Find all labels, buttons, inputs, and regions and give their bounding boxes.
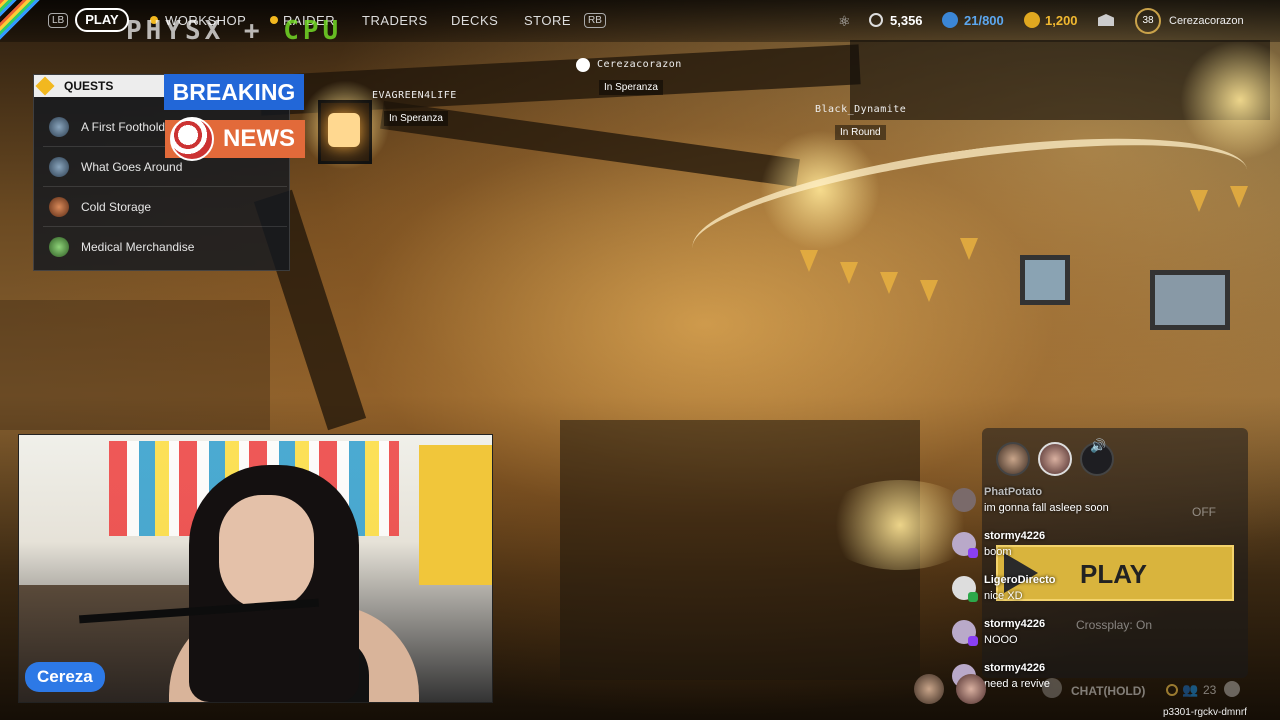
chat-text: boom [984, 546, 1012, 558]
raider-token-icon [1024, 12, 1040, 28]
bottom-party-bar: CHAT(HOLD) 👥 23 [900, 672, 1260, 706]
pennant [1230, 186, 1248, 208]
quest-label: A First Foothold [81, 120, 166, 134]
scene-lamp-box [318, 100, 372, 164]
physx-plus: + [224, 16, 284, 46]
lb-button-hint: LB [48, 13, 69, 28]
quest-item[interactable]: Cold Storage [43, 188, 287, 227]
coins-count: 5,356 [890, 13, 923, 28]
player-nametag: Black_Dynamite [815, 104, 907, 115]
inventory-icon [942, 12, 958, 28]
chat-message: LigeroDirecto nice XD [952, 572, 1252, 612]
player-level-badge: 38 [1135, 8, 1161, 34]
quest-icon [49, 197, 69, 217]
top-navigation-bar: LB PLAY WORKSHOP RAIDER TRADERS DECKS ST… [0, 0, 1280, 46]
profile-username[interactable]: Cerezacorazon [1169, 15, 1244, 27]
player-status: In Speranza [599, 80, 663, 95]
nav-decks-tab[interactable]: DECKS [451, 13, 498, 28]
coins-icon [869, 13, 883, 27]
physx-label: PHYSX [126, 16, 225, 46]
chat-message: stormy4226 boom [952, 528, 1252, 568]
party-member-avatar[interactable] [996, 442, 1030, 476]
quest-icon [49, 237, 69, 257]
player-nametag: Cerezacorazon [597, 59, 682, 70]
player-nametag: EVAGREEN4LIFE [372, 90, 457, 101]
bottom-avatar[interactable] [914, 674, 944, 704]
news-label: NEWS [223, 125, 295, 152]
news-banner: NEWS [165, 117, 305, 161]
inventory-count: 21/800 [964, 13, 1004, 28]
rb-button-hint: RB [584, 13, 606, 28]
chat-hold-label[interactable]: CHAT(HOLD) [1071, 684, 1145, 698]
speaker-icon: 🔊 [1090, 438, 1107, 453]
crafting-icon[interactable]: ⚛ [838, 13, 851, 30]
scene-structure [0, 300, 270, 430]
physx-cpu-overlay: PHYSX + CPU [126, 16, 342, 46]
session-code: p3301-rgckv-dmnrf [1163, 707, 1247, 718]
chat-text: im gonna fall asleep soon [984, 502, 1109, 514]
chat-message: PhatPotato im gonna fall asleep soon [952, 484, 1252, 524]
quest-label: What Goes Around [81, 160, 183, 174]
pennant [960, 238, 978, 260]
rainbow-stripe-logo [0, 0, 40, 42]
moderator-badge-icon [968, 592, 978, 602]
chat-message: stormy4226 NOOO [952, 616, 1252, 656]
status-icon [1166, 684, 1178, 696]
bottom-avatar[interactable] [956, 674, 986, 704]
chat-username: PhatPotato [984, 486, 1043, 498]
breaking-banner: BREAKING [164, 74, 304, 110]
webcam-yellow-panel [419, 445, 492, 585]
subscriber-badge-icon [968, 636, 978, 646]
quest-icon [49, 117, 69, 137]
pennant [920, 280, 938, 302]
quests-icon [35, 76, 55, 96]
menu-icon[interactable] [1224, 681, 1240, 697]
crown-icon [576, 58, 590, 72]
chat-username: stormy4226 [984, 530, 1046, 542]
quest-item[interactable]: Medical Merchandise [43, 228, 287, 266]
streamer-name-badge: Cereza [25, 662, 105, 692]
mail-icon[interactable] [1098, 14, 1114, 26]
party-member-avatar[interactable] [1038, 442, 1072, 476]
quest-label: Cold Storage [81, 200, 152, 214]
quest-label: Medical Merchandise [81, 240, 195, 254]
nav-traders-tab[interactable]: TRADERS [362, 13, 428, 28]
quests-title: QUESTS [64, 79, 114, 93]
nav-store-tab[interactable]: STORE [524, 13, 571, 28]
friends-icon[interactable]: 👥 [1182, 682, 1198, 698]
subscriber-badge-icon [968, 548, 978, 558]
pennant [840, 262, 858, 284]
raider-token-count: 1,200 [1045, 13, 1078, 28]
pennant [1190, 190, 1208, 212]
player-status: In Round [835, 125, 886, 140]
globe-icon [170, 117, 214, 161]
quests-header[interactable]: QUESTS [34, 75, 169, 97]
chat-text: nice XD [984, 590, 1023, 602]
pennant [880, 272, 898, 294]
webcam-person-face [219, 495, 314, 610]
scene-monitor [1020, 255, 1070, 305]
pennant [800, 250, 818, 272]
friends-count: 23 [1203, 683, 1217, 697]
chat-avatar [952, 488, 976, 512]
chat-button-icon[interactable] [1042, 678, 1062, 698]
player-status: In Speranza [384, 111, 448, 126]
quest-icon [49, 157, 69, 177]
cpu-label: CPU [283, 16, 343, 46]
chat-username: stormy4226 [984, 618, 1046, 630]
chat-username: LigeroDirecto [984, 574, 1056, 586]
nav-play-tab[interactable]: PLAY [75, 8, 129, 32]
scene-monitor [1150, 270, 1230, 330]
chat-text: NOOO [984, 634, 1018, 646]
